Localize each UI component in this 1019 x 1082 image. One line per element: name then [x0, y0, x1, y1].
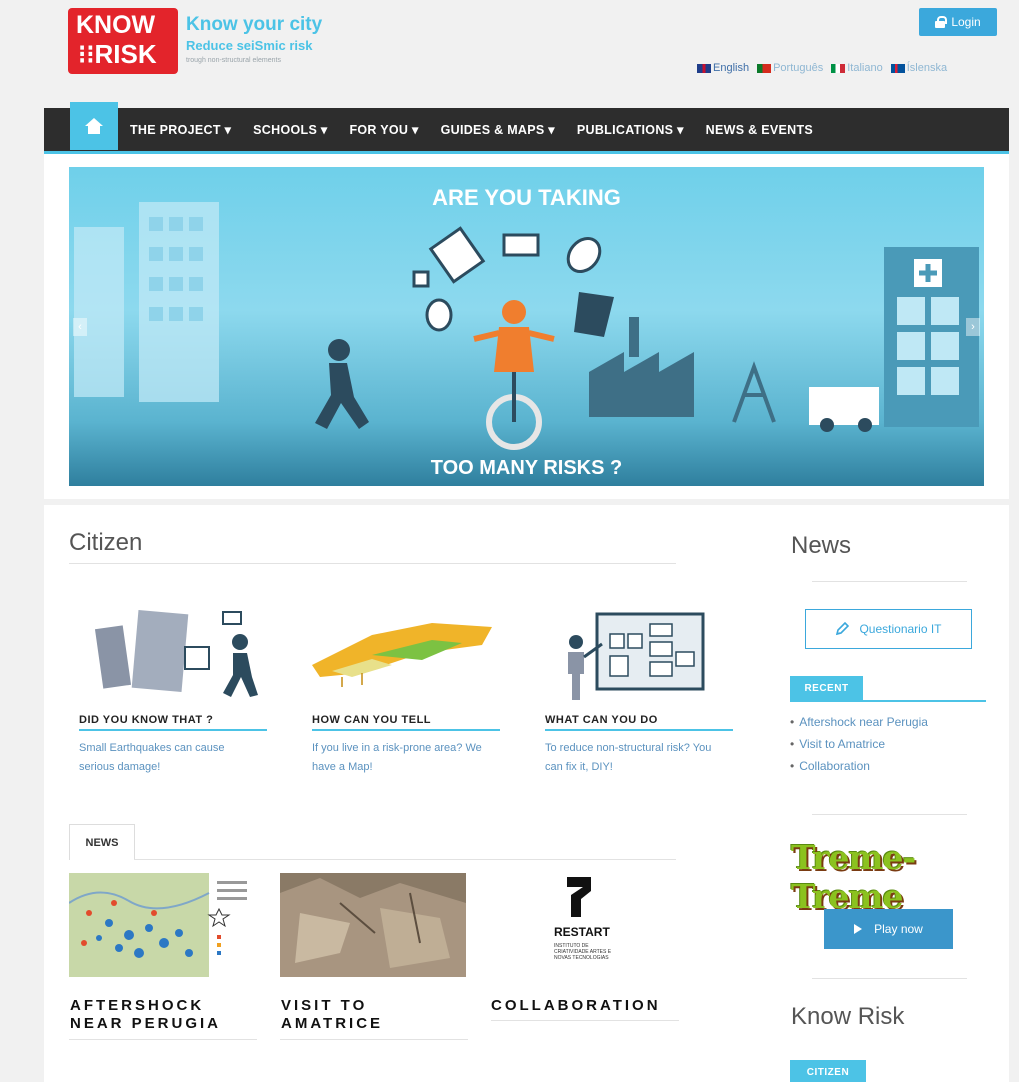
home-button[interactable]	[70, 102, 118, 150]
recent-underline	[790, 700, 986, 702]
lang-portugues[interactable]: Português	[757, 62, 823, 74]
restart-sublabel: INSTITUTO DE CRIATIVIDADE ARTES E NOVAS …	[554, 943, 612, 961]
card-title-what-can-you-do[interactable]: WHAT CAN YOU DO	[545, 714, 658, 726]
card-underline	[545, 729, 733, 731]
post-title-line: NEAR PERUGIA	[70, 1015, 222, 1032]
logo-line-1: KNOW	[76, 11, 156, 39]
restart-label: RESTART	[554, 925, 610, 939]
lang-islenska[interactable]: Íslenska	[890, 62, 948, 74]
post-title-amatrice[interactable]: VISIT TO AMATRICE	[281, 997, 383, 1033]
card-desc-did-you-know[interactable]: Small Earthquakes can cause serious dama…	[79, 739, 225, 777]
tagline-subtitle: Reduce seiSmic risk	[186, 38, 313, 53]
card-desc-what-can-you-do[interactable]: To reduce non-structural risk? You can f…	[545, 739, 711, 777]
site-logo[interactable]: KNOW ⁝⁝RISK	[68, 8, 178, 74]
sidebar-divider	[812, 814, 967, 815]
card-underline	[312, 729, 500, 731]
card-title-did-you-know[interactable]: DID YOU KNOW THAT ?	[79, 714, 213, 726]
risk-map-illustration	[312, 623, 492, 687]
sidebar-divider	[812, 978, 967, 979]
hero-illustration	[74, 202, 979, 450]
main-navbar: THE PROJECT ▾ SCHOOLS ▾ FOR YOU ▾ GUIDES…	[44, 102, 1009, 154]
italy-flag-icon	[831, 63, 846, 73]
card-desc-line: can fix it, DIY!	[545, 761, 613, 773]
language-switcher: English Português Italiano Íslenska	[697, 62, 947, 74]
lang-label: Italiano	[847, 62, 883, 74]
card-desc-line: have a Map!	[312, 761, 373, 773]
hero-headline-top: ARE YOU TAKING	[432, 185, 621, 210]
home-icon	[85, 118, 103, 134]
card-desc-line: Small Earthquakes can cause	[79, 742, 225, 754]
citizen-title: Citizen	[69, 529, 143, 556]
nav-item-guides-maps[interactable]: GUIDES & MAPS ▾	[441, 122, 555, 137]
lang-label: Íslenska	[906, 62, 948, 74]
post-title-line: COLLABORATION	[491, 997, 661, 1014]
aftershock-map-thumbnail[interactable]	[69, 873, 254, 977]
card-desc-line: serious damage!	[79, 761, 161, 773]
slider-prev-button[interactable]: ‹	[73, 318, 87, 336]
tagline-small: trough non-structural elements	[186, 57, 281, 64]
citizen-divider	[69, 563, 676, 564]
pencil-icon	[836, 622, 850, 636]
tagline-title: Know your city	[186, 14, 323, 35]
iceland-flag-icon	[890, 63, 905, 73]
diy-board-illustration	[568, 612, 705, 700]
recent-item[interactable]: Aftershock near Perugia	[790, 712, 928, 734]
lang-label: Português	[773, 62, 824, 74]
restart-mark-icon	[567, 877, 591, 917]
section-divider	[44, 499, 1009, 505]
know-risk-title: Know Risk	[791, 1003, 905, 1030]
card-title-how-can-you-tell[interactable]: HOW CAN YOU TELL	[312, 714, 431, 726]
post-title-line: VISIT TO	[281, 997, 368, 1014]
news-divider	[134, 859, 676, 860]
nav-item-news-events[interactable]: NEWS & EVENTS	[706, 123, 813, 137]
hero-slider[interactable]: ARE YOU TAKING TOO MANY RISKS ?	[69, 167, 984, 486]
nav-item-schools[interactable]: SCHOOLS ▾	[253, 122, 327, 137]
nav-item-publications[interactable]: PUBLICATIONS ▾	[577, 122, 684, 137]
citizen-tab[interactable]: CITIZEN	[790, 1060, 866, 1082]
questionario-label: Questionario IT	[859, 622, 942, 636]
recent-item[interactable]: Visit to Amatrice	[790, 734, 928, 756]
post-divider	[280, 1039, 468, 1040]
post-title-aftershock[interactable]: AFTERSHOCK NEAR PERUGIA	[70, 997, 221, 1033]
play-now-button[interactable]: Play now	[824, 909, 953, 949]
lang-english[interactable]: English	[697, 62, 749, 74]
nav-item-for-you[interactable]: FOR YOU ▾	[349, 122, 418, 137]
post-divider	[491, 1020, 679, 1021]
login-button[interactable]: Login	[919, 8, 997, 36]
recent-list: Aftershock near Perugia Visit to Amatric…	[790, 712, 928, 778]
card-desc-line: If you live in a risk-prone area? We	[312, 742, 482, 754]
slider-next-button[interactable]: ›	[966, 318, 980, 336]
lock-icon	[935, 16, 948, 28]
post-title-collaboration[interactable]: COLLABORATION	[491, 997, 661, 1015]
earthquake-damage-illustration	[95, 609, 258, 697]
uk-flag-icon	[697, 63, 711, 73]
login-label: Login	[951, 15, 981, 29]
logo-line-2: ⁝⁝RISK	[78, 39, 157, 69]
card-desc-how-can-you-tell[interactable]: If you live in a risk-prone area? We hav…	[312, 739, 482, 777]
questionario-button[interactable]: Questionario IT	[805, 609, 972, 649]
post-divider	[69, 1039, 257, 1040]
sidebar-divider	[812, 581, 967, 582]
lang-label: English	[713, 62, 750, 74]
nav-menu: THE PROJECT ▾ SCHOOLS ▾ FOR YOU ▾ GUIDES…	[130, 108, 813, 151]
hero-headline-bottom: TOO MANY RISKS ?	[430, 457, 623, 479]
card-underline	[79, 729, 267, 731]
treme-treme-logo[interactable]: Treme-Treme	[791, 838, 1019, 916]
recent-item[interactable]: Collaboration	[790, 756, 928, 778]
amatrice-rubble-thumbnail[interactable]	[280, 873, 466, 977]
restart-logo-thumbnail[interactable]: RESTART INSTITUTO DE CRIATIVIDADE ARTES …	[551, 873, 621, 977]
news-tab[interactable]: NEWS	[69, 824, 135, 860]
portugal-flag-icon	[757, 63, 772, 73]
post-title-line: AFTERSHOCK	[70, 997, 205, 1014]
nav-item-the-project[interactable]: THE PROJECT ▾	[130, 122, 231, 137]
play-icon	[854, 924, 863, 934]
sidebar-news-title: News	[791, 532, 852, 559]
recent-tab[interactable]: RECENT	[790, 676, 863, 700]
play-label: Play now	[874, 922, 923, 936]
site-tagline: Know your city Reduce seiSmic risk troug…	[186, 14, 322, 64]
post-title-line: AMATRICE	[281, 1015, 384, 1032]
card-desc-line: To reduce non-structural risk? You	[545, 742, 712, 754]
lang-italiano[interactable]: Italiano	[831, 62, 883, 74]
